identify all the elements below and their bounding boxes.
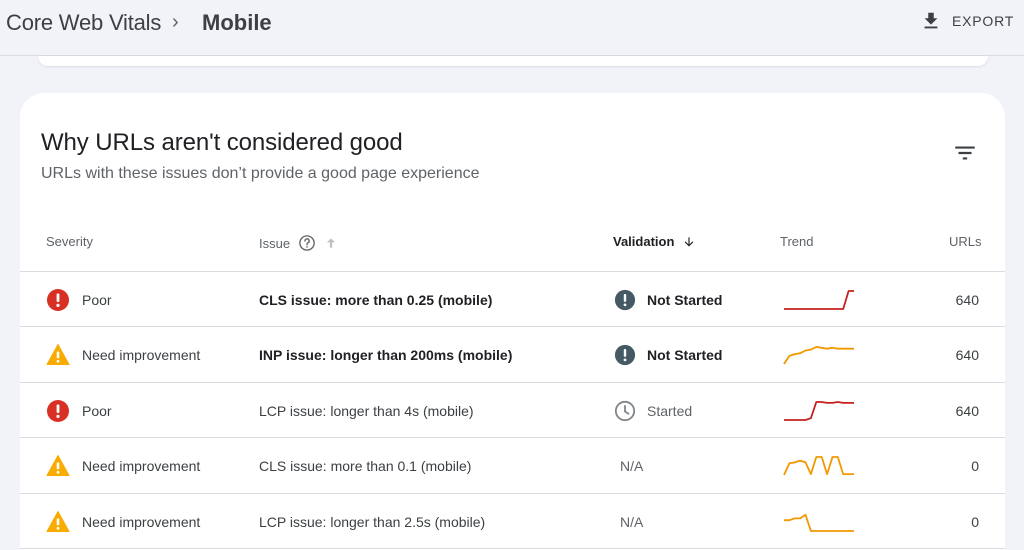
validation-label: Not Started [647, 291, 723, 308]
table-row[interactable]: Need improvement INP issue: longer than 2… [20, 328, 1005, 383]
severity-label: Poor [82, 402, 112, 419]
column-trend: Trend [780, 234, 813, 249]
trend-line [784, 289, 854, 310]
trend-cell [782, 494, 856, 549]
trend-cell [782, 383, 856, 438]
card-subtitle: URLs with these issues don’t provide a g… [41, 165, 480, 182]
severity-label: Poor [82, 291, 112, 308]
warning-icon [46, 344, 70, 365]
severity-label: Need improvement [82, 513, 201, 530]
breadcrumb-separator: › [172, 11, 179, 33]
validation-label: N/A [620, 458, 644, 474]
warning-icon [46, 455, 70, 476]
urls-count: 640 [955, 347, 979, 363]
validation-label: N/A [620, 513, 644, 530]
breadcrumb-current: Mobile [202, 10, 272, 35]
severity-cell: Poor [46, 383, 112, 438]
error-icon [47, 288, 69, 311]
column-urls[interactable]: URLs [949, 234, 982, 249]
severity-cell: Need improvement [46, 328, 200, 383]
trend-cell [782, 272, 856, 327]
column-trend-label: Trend [780, 234, 814, 249]
trend-line [784, 400, 854, 421]
severity-cell: Poor [46, 272, 112, 327]
trend-sparkline [784, 513, 854, 532]
issue-cell[interactable]: CLS issue: more than 0.1 (mobile) [259, 439, 471, 494]
previous-card-edge [38, 56, 988, 66]
severity-label: Need improvement [82, 458, 201, 474]
urls-count: 0 [971, 458, 979, 474]
column-urls-label: URLs [949, 234, 982, 249]
validation-cell: Not Started [614, 328, 722, 383]
alert-circle-icon [614, 344, 636, 366]
issue-cell[interactable]: INP issue: longer than 200ms (mobile) [259, 328, 512, 383]
issues-card: Why URLs aren't considered good URLs wit… [20, 93, 1005, 550]
alert-circle-icon [614, 289, 636, 310]
severity-cell: Need improvement [46, 494, 200, 549]
column-validation-label: Validation [613, 234, 675, 249]
export-button[interactable]: EXPORT [920, 8, 1014, 34]
export-label: EXPORT [952, 13, 1015, 29]
issue-cell[interactable]: LCP issue: longer than 4s (mobile) [259, 383, 474, 438]
breadcrumb-root[interactable]: Core Web Vitals [6, 10, 161, 36]
card-title: Why URLs aren't considered good [41, 129, 403, 156]
column-validation[interactable]: Validation [613, 234, 696, 249]
table-row[interactable]: Poor LCP issue: longer than 4s (mobile) St… [20, 383, 1005, 438]
issue-cell[interactable]: CLS issue: more than 0.25 (mobile) [259, 272, 492, 327]
validation-label: Not Started [647, 347, 723, 363]
column-severity-label: Severity [46, 234, 93, 249]
trend-cell [782, 439, 856, 494]
trend-sparkline [784, 289, 854, 310]
issue-cell[interactable]: LCP issue: longer than 2.5s (mobile) [259, 494, 485, 549]
table-row[interactable]: Poor CLS issue: more than 0.25 (mobile) No… [20, 272, 1005, 327]
validation-label: Started [647, 402, 693, 419]
download-icon [924, 12, 938, 29]
column-issue[interactable]: Issue [259, 234, 338, 252]
column-severity[interactable]: Severity [46, 234, 93, 249]
trend-cell [782, 328, 856, 383]
filter-icon [955, 146, 975, 160]
warning-icon [46, 510, 70, 532]
trend-line [783, 456, 854, 476]
trend-line [783, 346, 854, 365]
sort-arrow-down-icon[interactable] [682, 235, 696, 249]
table-header: Severity Issue Validation Trend URLs [20, 218, 1005, 272]
clock-icon [614, 400, 636, 421]
trend-sparkline [783, 456, 854, 476]
severity-cell: Need improvement [46, 439, 200, 494]
trend-sparkline [783, 346, 854, 365]
column-issue-label: Issue [259, 235, 291, 251]
top-bar: Core Web Vitals › Mobile EXPORT [0, 0, 1024, 56]
severity-label: Need improvement [82, 347, 201, 363]
help-icon[interactable] [298, 234, 316, 252]
urls-count: 0 [971, 513, 979, 530]
table-row[interactable]: Need improvement CLS issue: more than 0.1… [20, 439, 1005, 494]
validation-cell: N/A [620, 439, 643, 494]
filter-button[interactable] [952, 140, 978, 166]
sort-arrow-up-icon[interactable] [324, 236, 338, 250]
validation-cell: Not Started [614, 272, 722, 327]
trend-sparkline [784, 400, 854, 421]
trend-line [784, 513, 854, 532]
table-row[interactable]: Need improvement LCP issue: longer than 2… [20, 494, 1005, 549]
urls-count: 640 [955, 402, 979, 419]
urls-count: 640 [955, 291, 979, 308]
validation-cell: Started [614, 383, 692, 438]
validation-cell: N/A [620, 494, 643, 549]
error-icon [47, 399, 69, 422]
